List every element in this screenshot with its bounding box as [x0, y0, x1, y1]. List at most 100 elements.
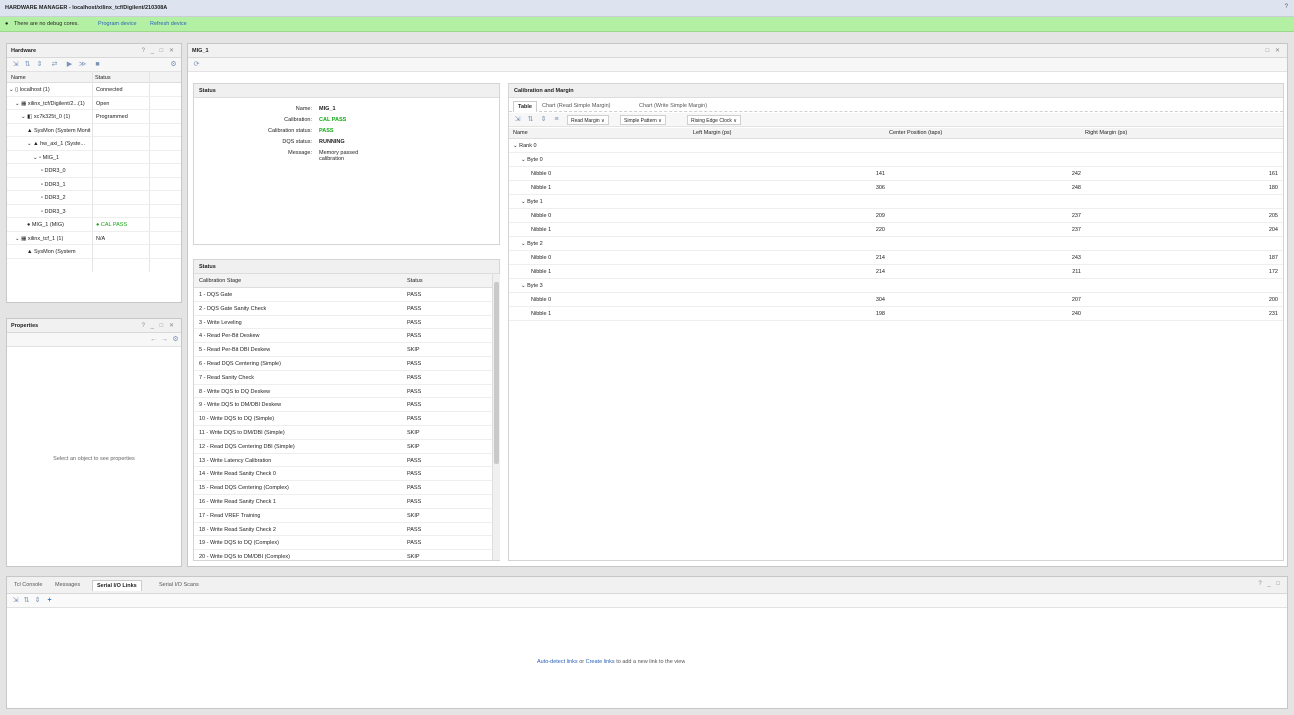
hardware-tree-row[interactable]: ⌄ ▲ hw_axi_1 (Syste... — [7, 137, 181, 151]
stage-row[interactable]: 14 - Write Read Sanity Check 0 PASS — [194, 467, 492, 482]
hardware-tree-row[interactable]: ⌄ ▦ xilinx_tcf_1 (1) N/A — [7, 232, 181, 245]
tab-messages[interactable]: Messages — [51, 580, 84, 591]
column-stage-status[interactable]: Status — [407, 278, 423, 284]
column-right-margin[interactable]: Right Margin (ps) — [1085, 130, 1127, 136]
stage-row[interactable]: 20 - Write DQS to DM/DBI (Complex) SKIP — [194, 550, 492, 560]
properties-window-controls[interactable]: ? _ □ ✕ — [142, 322, 176, 329]
nibble-row[interactable]: Nibble 1 306 248 180 — [509, 181, 1283, 195]
columns-icon[interactable]: ≡ — [552, 115, 561, 124]
run-immediate-icon[interactable]: ≫ — [78, 60, 87, 69]
hardware-tree-row[interactable]: ⌄ ▯ localhost (1) Connected — [7, 83, 181, 97]
hardware-tree-row[interactable]: ▲ SysMon (System Monit — [7, 124, 181, 137]
column-left-margin[interactable]: Left Margin (ps) — [693, 130, 732, 136]
byte-row[interactable]: ⌄ Byte 2 — [509, 237, 1283, 251]
nibble-row[interactable]: Nibble 0 214 243 187 — [509, 251, 1283, 265]
column-margin-name[interactable]: Name — [513, 130, 528, 136]
stage-row[interactable]: 13 - Write Latency Calibration PASS — [194, 454, 492, 468]
help-icon[interactable]: ? — [1285, 4, 1288, 10]
stage-row[interactable]: 12 - Read DQS Centering DBI (Simple) SKIP — [194, 440, 492, 454]
hardware-tree-item-name: ● MIG_1 (MIG) — [27, 222, 64, 228]
add-link-icon[interactable]: + — [45, 596, 54, 605]
stage-row[interactable]: 10 - Write DQS to DQ (Simple) PASS — [194, 412, 492, 426]
refresh-icon[interactable]: ⟳ — [192, 60, 201, 69]
run-trigger-icon[interactable]: ▶ — [65, 60, 74, 69]
byte-row[interactable]: ⌄ Byte 1 — [509, 195, 1283, 209]
stage-row[interactable]: 1 - DQS Gate PASS — [194, 288, 492, 302]
stage-row[interactable]: 5 - Read Per-Bit DBI Deskew SKIP — [194, 343, 492, 357]
stage-row[interactable]: 6 - Read DQS Centering (Simple) PASS — [194, 357, 492, 371]
hardware-tree-row[interactable]: ▫ DDR3_0 — [7, 164, 181, 178]
program-device-link[interactable]: Program device — [98, 21, 137, 27]
stage-row[interactable]: 17 - Read VREF Training SKIP — [194, 509, 492, 523]
hardware-tree-row[interactable]: ▫ DDR3_2 — [7, 191, 181, 205]
byte-row[interactable]: ⌄ Byte 0 — [509, 153, 1283, 167]
clock-edge-select[interactable]: Rising Edge Clock ∨ — [687, 115, 741, 125]
expand-all-icon[interactable]: ⇅ — [526, 115, 535, 124]
left-margin-value: 306 — [875, 185, 885, 191]
margin-type-select[interactable]: Read Margin ∨ — [567, 115, 609, 125]
hardware-tree-row[interactable]: ⌄ ▦ xilinx_tcf/Digilent/2...(1) Open — [7, 97, 181, 110]
sort-icon[interactable]: ⇕ — [33, 596, 42, 605]
tab-write-margin-chart[interactable]: Chart (Write Simple Margin) — [635, 101, 711, 112]
refresh-device-link[interactable]: Refresh device — [150, 21, 187, 27]
hardware-window-controls[interactable]: ? _ □ ✕ — [142, 47, 176, 54]
collapse-all-icon[interactable]: ⇲ — [11, 60, 20, 69]
byte-row[interactable]: ⌄ Byte 3 — [509, 279, 1283, 293]
column-status[interactable]: Status — [95, 75, 111, 81]
collapse-all-icon[interactable]: ⇲ — [513, 115, 522, 124]
stages-scroll-thumb[interactable] — [494, 282, 499, 464]
nibble-row[interactable]: Nibble 0 141 242 161 — [509, 167, 1283, 181]
gear-icon[interactable]: ⚙ — [169, 60, 178, 69]
nibble-row[interactable]: Nibble 0 209 237 205 — [509, 209, 1283, 223]
nibble-row[interactable]: Nibble 1 220 237 204 — [509, 223, 1283, 237]
nibble-row[interactable]: Nibble 0 304 207 200 — [509, 293, 1283, 307]
hardware-tree-row[interactable]: ▲ SysMon (System — [7, 245, 181, 259]
tab-serial-io-links[interactable]: Serial I/O Links — [92, 580, 142, 591]
nibble-row[interactable]: Nibble 1 198 240 231 — [509, 307, 1283, 321]
stage-row[interactable]: 18 - Write Read Sanity Check 2 PASS — [194, 523, 492, 537]
hardware-tree-item-status: ● CAL PASS — [96, 222, 128, 228]
stage-row[interactable]: 8 - Write DQS to DQ Deskew PASS — [194, 385, 492, 399]
hardware-tree-row[interactable]: ● MIG_1 (MIG) ● CAL PASS — [7, 218, 181, 232]
settings-icon[interactable]: ⚙ — [171, 335, 180, 344]
stage-row[interactable]: 2 - DQS Gate Sanity Check PASS — [194, 302, 492, 316]
pattern-select[interactable]: Simple Pattern ∨ — [620, 115, 666, 125]
hardware-tree-row[interactable]: ▫ DDR3_3 — [7, 205, 181, 218]
sort-icon[interactable]: ⇕ — [35, 60, 44, 69]
mig-toolbar: ⟳ — [188, 58, 1287, 72]
tab-read-margin-chart[interactable]: Chart (Read Simple Margin) — [538, 101, 614, 112]
stage-row[interactable]: 16 - Write Read Sanity Check 1 PASS — [194, 495, 492, 509]
back-icon[interactable]: ← — [149, 335, 158, 344]
column-name[interactable]: Name — [11, 75, 26, 81]
stage-row[interactable]: 3 - Write Leveling PASS — [194, 316, 492, 330]
stage-row[interactable]: 7 - Read Sanity Check PASS — [194, 371, 492, 385]
sort-icon[interactable]: ⇕ — [539, 115, 548, 124]
auto-detect-links[interactable]: Auto-detect links — [537, 659, 578, 665]
expand-all-icon[interactable]: ⇅ — [23, 60, 32, 69]
bottom-window-controls[interactable]: ? _ □ — [1258, 581, 1282, 587]
stage-row[interactable]: 9 - Write DQS to DM/DBI Deskew PASS — [194, 398, 492, 413]
hardware-tree-row[interactable]: ⌄ ◧ xc7k325t_0 (1) Programmed — [7, 110, 181, 124]
hardware-tree-row[interactable]: ⌄ ▫ MIG_1 — [7, 151, 181, 164]
column-calibration-stage[interactable]: Calibration Stage — [199, 278, 241, 284]
stop-icon[interactable]: ■ — [93, 60, 102, 69]
mig-window-controls[interactable]: □ ✕ — [1266, 47, 1282, 54]
stage-row[interactable]: 4 - Read Per-Bit Deskew PASS — [194, 329, 492, 344]
stage-row[interactable]: 19 - Write DQS to DQ (Complex) PASS — [194, 536, 492, 551]
collapse-all-icon[interactable]: ⇲ — [11, 596, 20, 605]
nibble-row[interactable]: Nibble 1 214 211 172 — [509, 265, 1283, 279]
auto-connect-icon[interactable]: ⇄ — [50, 60, 59, 69]
tab-table[interactable]: Table — [513, 101, 537, 112]
column-center-position[interactable]: Center Position (taps) — [889, 130, 942, 136]
rank-row[interactable]: ⌄ Rank 0 — [509, 139, 1283, 153]
tab-tcl-console[interactable]: Tcl Console — [10, 580, 46, 591]
forward-icon[interactable]: → — [160, 335, 169, 344]
stages-scrollbar[interactable] — [492, 274, 500, 560]
expand-all-icon[interactable]: ⇅ — [22, 596, 31, 605]
tab-serial-io-scans[interactable]: Serial I/O Scans — [155, 580, 203, 591]
create-links[interactable]: Create links — [586, 659, 615, 665]
stage-row[interactable]: 11 - Write DQS to DM/DBI (Simple) SKIP — [194, 426, 492, 440]
hardware-tree-row[interactable]: ▫ DDR3_1 — [7, 178, 181, 191]
stage-row[interactable]: 15 - Read DQS Centering (Complex) PASS — [194, 481, 492, 495]
margin-toolbar: ⇲ ⇅ ⇕ ≡ Read Margin ∨ Simple Pattern ∨ R… — [509, 113, 1283, 127]
